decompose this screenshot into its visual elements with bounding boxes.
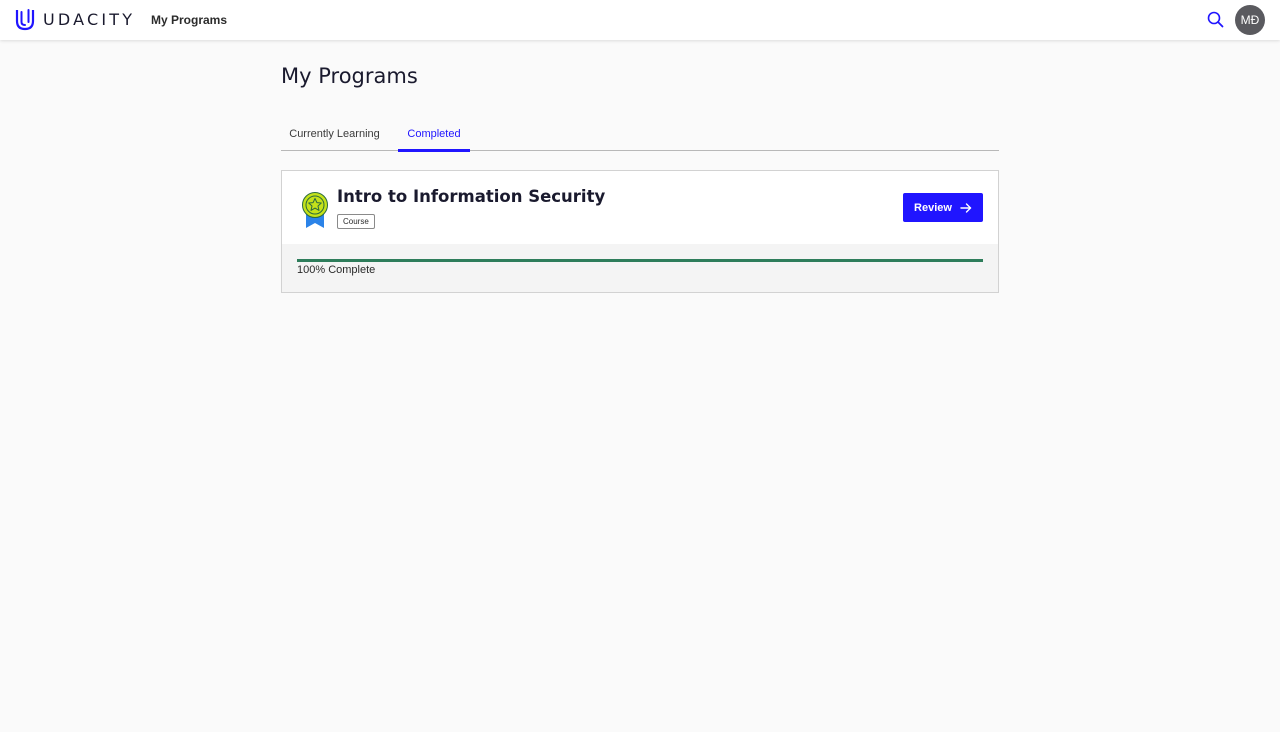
logo-text: UDACITY: [43, 10, 136, 29]
tab-currently-learning[interactable]: Currently Learning: [281, 120, 388, 151]
program-title: Intro to Information Security: [337, 187, 606, 206]
program-card-footer: [282, 244, 998, 292]
program-tabs: Currently Learning Completed: [281, 120, 999, 152]
page-title: My Programs: [281, 64, 418, 88]
arrow-right-icon: [960, 202, 972, 213]
award-ribbon-icon: [302, 192, 328, 228]
top-navbar: UDACITY My Programs MĐ: [0, 0, 1280, 40]
program-card: Intro to Information Security Course Rev…: [281, 170, 999, 293]
udacity-logo[interactable]: UDACITY: [14, 8, 135, 32]
nav-my-programs[interactable]: My Programs: [151, 12, 227, 28]
program-type-badge: Course: [337, 214, 375, 229]
review-button-label: Review: [914, 201, 952, 214]
progress-bar-fill: [297, 259, 983, 262]
tab-completed[interactable]: Completed: [398, 120, 470, 152]
search-icon[interactable]: [1207, 11, 1224, 28]
progress-text: 100% Complete: [297, 264, 376, 276]
progress-bar: [297, 259, 983, 262]
review-button[interactable]: Review: [903, 193, 983, 222]
udacity-logo-icon: [15, 9, 35, 31]
user-avatar[interactable]: MĐ: [1235, 5, 1265, 35]
